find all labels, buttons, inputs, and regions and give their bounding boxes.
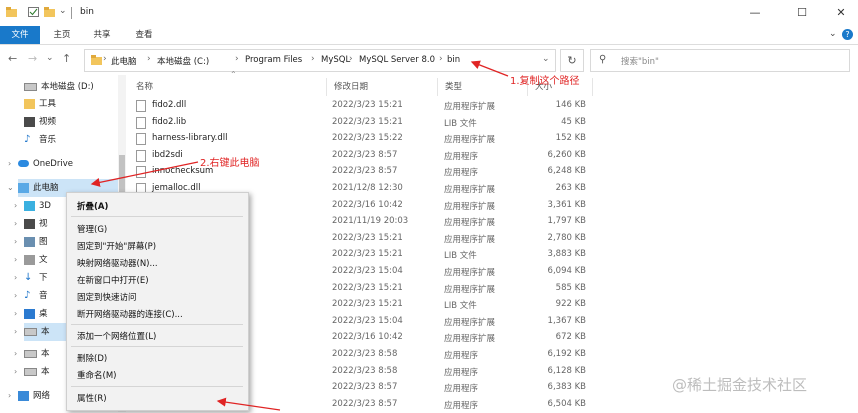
annotation-arrow-1 — [470, 60, 509, 77]
annotation-arrow-2 — [90, 161, 199, 187]
annotation-arrow-3 — [216, 397, 281, 411]
watermark: @稀土掘金技术社区 — [672, 376, 808, 394]
annotation-arrows — [90, 60, 509, 411]
annotation-step-2: 2.右键此电脑 — [200, 158, 260, 169]
annotation-step-1: 1.复制这个路径 — [510, 76, 580, 87]
